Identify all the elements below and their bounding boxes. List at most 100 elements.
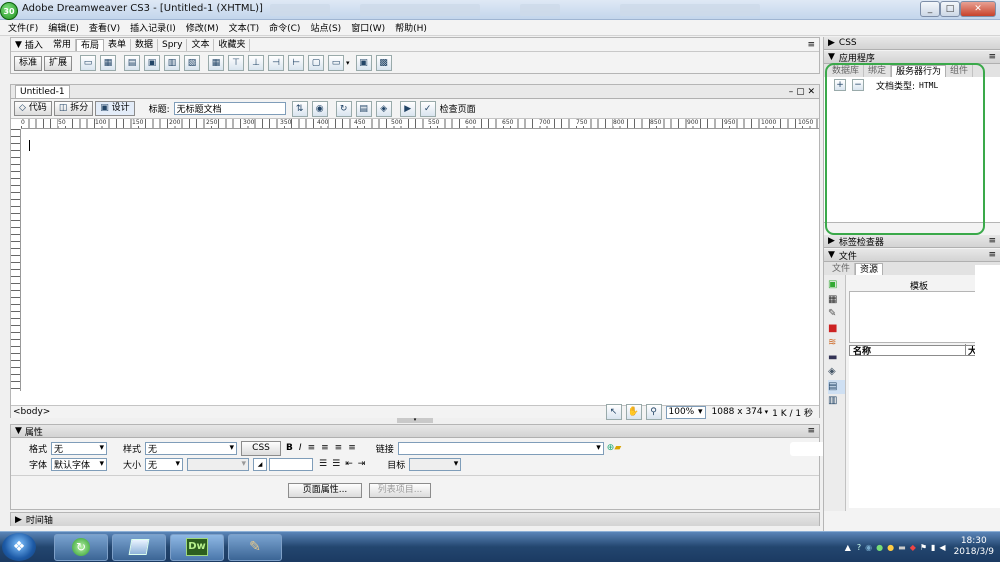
format-select[interactable]: 无 ▾ [51,441,108,455]
doc-window-controls[interactable]: – ▢ ✕ [789,87,815,97]
visual-aids-icon[interactable]: ◈ [375,100,392,117]
align-left-icon[interactable]: ≡ [308,443,316,453]
code-view-button[interactable]: ◇ 代码 [14,101,52,116]
menu-commands[interactable]: 命令(C) [267,21,302,34]
menu-view[interactable]: 查看(V) [87,21,122,34]
tag-inspector-header[interactable]: ▶ 标签检查器 ≡ [824,235,1000,248]
unordered-list-icon[interactable]: ☰ [319,459,327,469]
menu-text[interactable]: 文本(T) [227,21,262,34]
library-asset-icon[interactable]: ▥ [828,394,845,409]
layer-draw-icon[interactable]: ▧ [184,55,201,71]
tray-red-icon[interactable]: ◆ [910,543,916,552]
size-select[interactable]: 无 ▾ [145,457,184,471]
files-panel-header[interactable]: ▼ 文件 ≡ [824,249,1000,262]
validate-icon[interactable]: ▶ [399,100,416,117]
urls-asset-icon[interactable]: ✎ [828,307,845,322]
insert-tab-text[interactable]: 文本 [187,38,215,51]
col-right-icon[interactable]: ⊢ [288,55,305,71]
window-size-chevron-icon[interactable]: ▾ [765,408,769,416]
taskbar-paint-icon[interactable]: ✎ [228,533,282,561]
align-center-icon[interactable]: ≡ [321,443,329,453]
properties-options-icon[interactable]: ≡ [807,426,815,436]
taskbar-window-icon[interactable] [112,533,166,561]
split-view-button[interactable]: ◫ 拆分 [53,101,94,116]
tray-security-icon[interactable]: ◉ [865,543,872,552]
window-size[interactable]: 1088 x 374 [712,407,763,417]
insert-tab-spry[interactable]: Spry [158,38,188,51]
justify-icon[interactable]: ≡ [348,443,356,453]
mode-standard-button[interactable]: 标准 [14,55,43,71]
insert-tab-favorites[interactable]: 收藏夹 [214,38,251,51]
menu-insert[interactable]: 插入记录(I) [128,21,178,34]
zoom-select[interactable]: 100% ▾ [665,405,706,419]
check-page-icon[interactable]: ✓ [419,100,436,117]
design-view-button[interactable]: ▣ 设计 [95,101,135,116]
italic-button[interactable]: I [299,443,302,453]
frameset-icon[interactable]: ▢ [308,55,325,71]
tray-network-icon[interactable]: ▮ [931,543,935,552]
zoom-tool-icon[interactable]: ⚲ [645,404,662,420]
table-icon[interactable]: ▦ [208,55,225,71]
font-select[interactable]: 默认字体 ▾ [51,457,108,471]
app-options-icon[interactable]: ≡ [988,52,996,62]
row-above-icon[interactable]: ⊤ [228,55,245,71]
tag-selector[interactable]: <body> [13,407,50,417]
files-options-icon[interactable]: ≡ [988,250,996,260]
doc-tab-untitled[interactable]: Untitled-1 [15,85,70,98]
outdent-icon[interactable]: ⇤ [345,459,353,469]
files-tab-files[interactable]: 文件 [828,262,856,275]
images-asset-icon[interactable]: ▣ [828,278,845,293]
flash-asset-icon[interactable]: ■ [828,322,845,337]
insert-tab-data[interactable]: 数据 [131,38,158,51]
bold-button[interactable]: B [286,443,293,453]
shockwave-asset-icon[interactable]: ≋ [828,336,845,351]
div-icon[interactable]: ▣ [144,55,161,71]
insert-collapse-icon[interactable]: ▼ [15,40,22,50]
tag-inspector-options-icon[interactable]: ≡ [988,236,996,246]
properties-header[interactable]: ▼ 属性 ≡ [11,425,819,438]
text-color-picker[interactable]: ◢ [253,457,268,471]
maximize-button[interactable]: □ [940,1,960,17]
title-input[interactable]: 无标题文档 [173,102,286,115]
templates-asset-icon[interactable]: ▤ [828,379,845,394]
align-right-icon[interactable]: ≡ [335,443,343,453]
menu-window[interactable]: 窗口(W) [349,21,387,34]
tray-flag-icon[interactable]: ⚑ [920,543,927,552]
app-collapse-icon[interactable]: ▼ [828,52,835,62]
ordered-list-icon[interactable]: ☰ [332,459,340,469]
splitter-handle-icon[interactable]: ▾ [397,418,433,423]
properties-collapse-icon[interactable]: ▼ [15,426,22,436]
table-insert-icon[interactable]: ▤ [124,55,141,71]
row-below-icon[interactable]: ⊥ [248,55,265,71]
file-management-icon[interactable]: ⇅ [291,100,308,117]
tray-green-icon[interactable]: ● [876,543,883,552]
browse-folder-icon[interactable]: ▰ [614,443,621,453]
design-canvas[interactable] [22,130,818,390]
panel-options-icon[interactable]: ≡ [807,40,815,50]
select-tool-icon[interactable]: ↖ [605,404,622,420]
menu-edit[interactable]: 编辑(E) [46,21,81,34]
timeline-header[interactable]: ▶ 时间轴 [11,513,819,526]
draw-layer-icon[interactable]: ▦ [100,55,117,71]
timeline-expand-icon[interactable]: ▶ [15,515,22,525]
refresh-icon[interactable]: ↻ [335,100,352,117]
insert-tab-forms[interactable]: 表单 [104,38,131,51]
insert-tab-layout[interactable]: 布局 [75,38,104,51]
taskbar-dreamweaver-icon[interactable]: Dw [170,533,224,561]
css-expand-icon[interactable]: ▶ [828,38,835,48]
col-left-icon[interactable]: ⊣ [268,55,285,71]
tray-yellow-icon[interactable]: ● [887,543,894,552]
movies-asset-icon[interactable]: ▬ [828,351,845,366]
insert-tab-common[interactable]: 常用 [49,38,76,51]
menu-help[interactable]: 帮助(H) [393,21,429,34]
mode-expanded-button[interactable]: 扩展 [44,55,73,71]
target-select[interactable]: ▾ [409,457,462,471]
start-button[interactable]: ❖ [2,533,36,561]
page-properties-button[interactable]: 页面属性... [288,483,362,498]
clock[interactable]: 18:30 2018/3/9 [954,536,994,558]
css-button[interactable]: CSS [241,440,282,456]
frames-chevron-icon[interactable]: ▾ [346,59,350,67]
style-select[interactable]: 无 ▾ [145,441,238,455]
hand-tool-icon[interactable]: ✋ [625,404,642,420]
close-button[interactable]: ✕ [960,1,996,17]
